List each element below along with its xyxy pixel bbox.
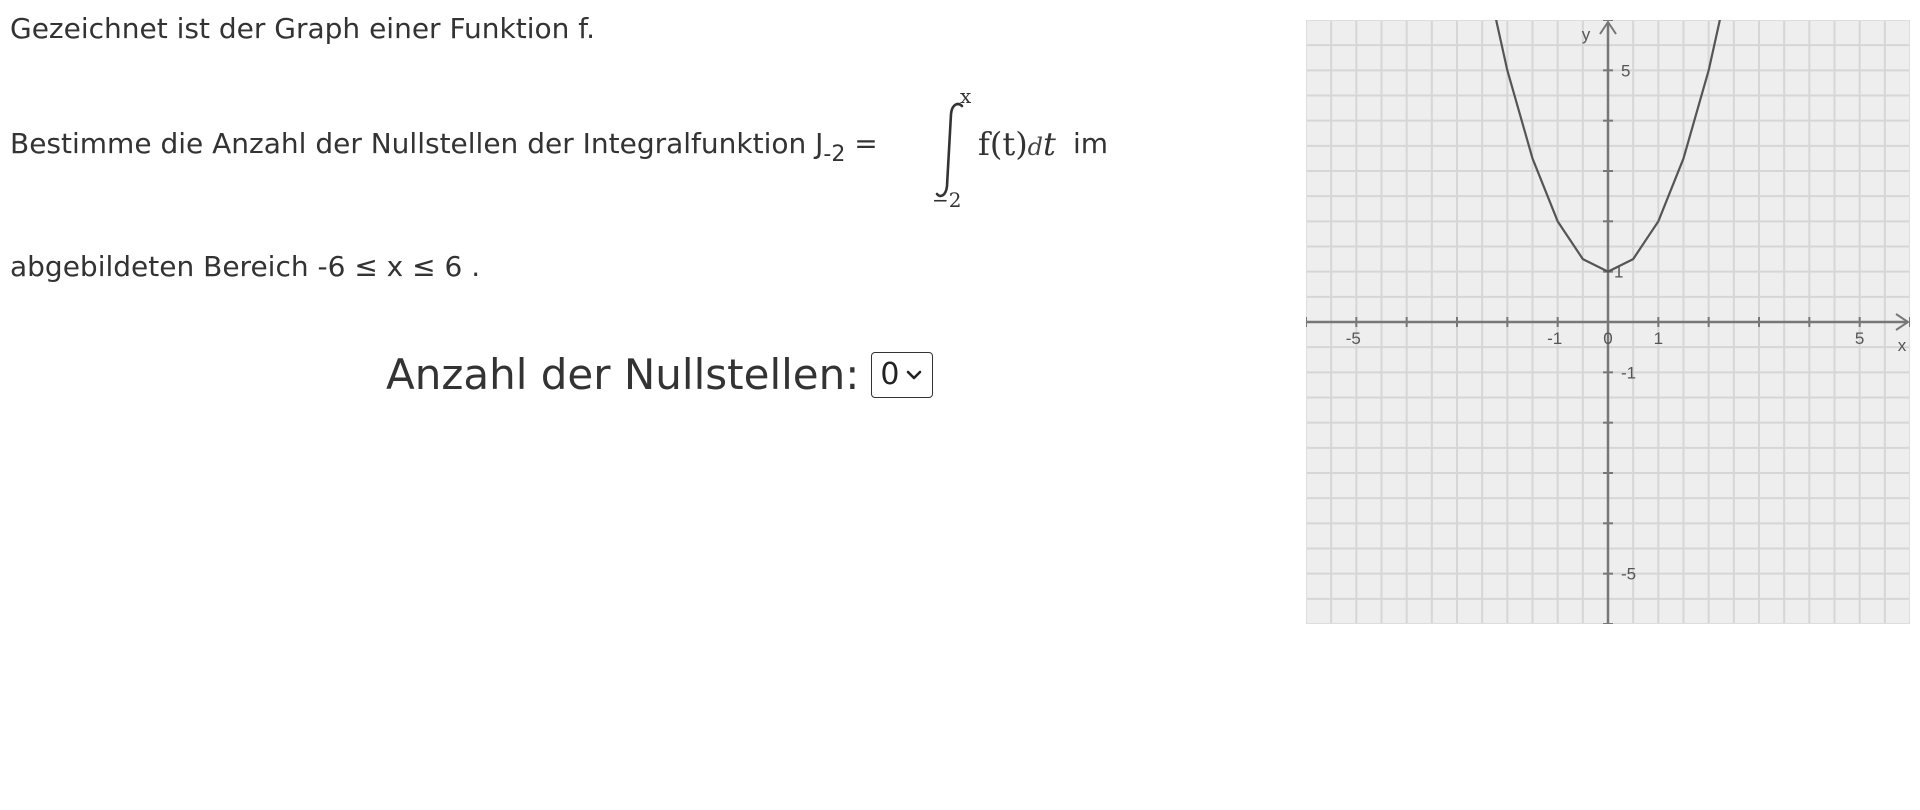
task-range-text: abgebildeten Bereich -6 ≤ x ≤ 6 . <box>10 250 481 283</box>
x-tick-label: 5 <box>1855 329 1864 348</box>
chevron-down-icon <box>906 370 921 379</box>
y-tick-label: -1 <box>1621 363 1636 382</box>
x-tick-label: -1 <box>1547 329 1562 348</box>
task-intro-text: Gezeichnet ist der Graph einer Funktion … <box>10 12 595 45</box>
integral-function-subscript: -2 <box>823 142 846 167</box>
question-text-end: im <box>1073 127 1109 160</box>
task-page: Gezeichnet ist der Graph einer Funktion … <box>0 0 1920 810</box>
x-tick-label: 0 <box>1603 329 1612 348</box>
question-text-start: Bestimme die Anzahl der Nullstellen der … <box>10 127 824 160</box>
x-axis-label: x <box>1898 336 1907 355</box>
x-tick-label: 1 <box>1654 329 1663 348</box>
differential-symbol: d <box>1027 133 1044 161</box>
zero-count-selected-value: 0 <box>880 357 900 392</box>
integration-variable: t <box>1043 125 1056 163</box>
integral-sign-icon <box>935 102 964 198</box>
zero-count-select[interactable]: 0 <box>871 351 934 398</box>
task-question-text: Bestimme die Anzahl der Nullstellen der … <box>10 127 878 167</box>
integrand-function: f(t) <box>978 125 1028 163</box>
answer-label: Anzahl der Nullstellen: <box>386 350 860 399</box>
x-tick-label: -5 <box>1346 329 1361 348</box>
integrand: f(t)dt <box>978 125 1056 163</box>
function-graph: -5 -1 0 1 551-1-5xy <box>1306 20 1910 624</box>
integral-lower-limit: −2 <box>932 188 962 212</box>
answer-row: Anzahl der Nullstellen: 0 <box>386 350 934 399</box>
y-tick-label: -5 <box>1621 565 1636 584</box>
y-tick-label: 5 <box>1621 61 1630 80</box>
y-axis-label: y <box>1582 25 1591 44</box>
equals-sign: = <box>845 127 878 160</box>
